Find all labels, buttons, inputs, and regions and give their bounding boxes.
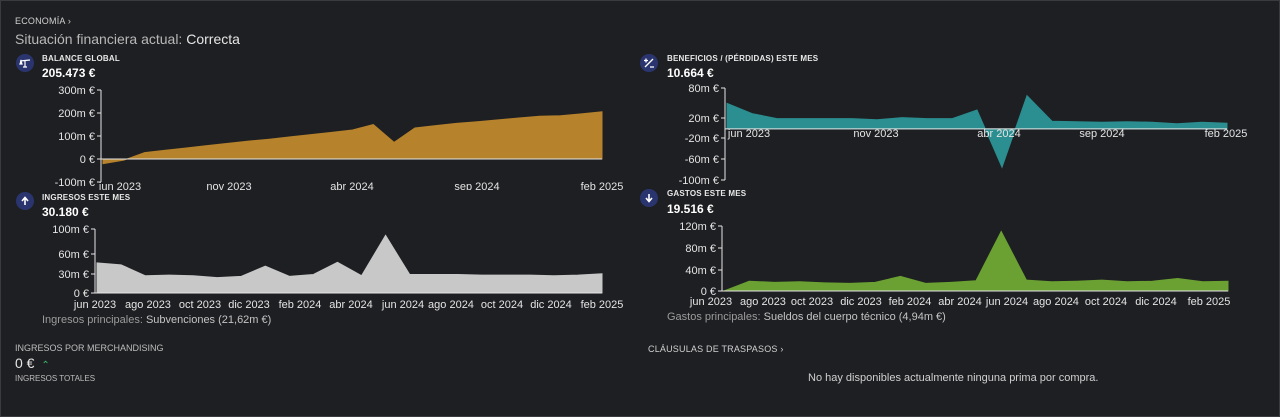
chart-value: 205.473 € — [42, 66, 96, 80]
merch-label: INGRESOS POR MERCHANDISING — [15, 343, 164, 353]
arrow-up-icon — [16, 192, 34, 210]
x-tick-label: abr 2024 — [330, 181, 373, 190]
expenses-note-value: Sueldos del cuerpo técnico (4,94m €) — [763, 311, 946, 323]
y-tick-label: 20m € — [688, 113, 719, 125]
y-tick-label: 80m € — [685, 243, 716, 255]
x-tick-label: feb 2025 — [581, 299, 624, 311]
x-tick-label: feb 2025 — [581, 181, 624, 190]
profit-chart: 80m € 20m € -20m € -60m € -100m € jun 2023 nov… — [679, 83, 1248, 187]
x-tick-label: sep 2024 — [1079, 128, 1124, 140]
x-tick-label: abr 2024 — [938, 296, 981, 308]
chevron-up-icon[interactable]: ⌃ — [41, 360, 49, 371]
chart-title: BENEFICIOS / (PÉRDIDAS) ESTE MES — [667, 54, 819, 63]
y-tick-label: 200m € — [58, 108, 95, 120]
income-chart: 100m €60m €30m €0 €jun 2023 ago 2023 oct 2… — [52, 224, 624, 311]
chart-value: 30.180 € — [42, 205, 89, 219]
x-tick-label: abr 2024 — [329, 299, 372, 311]
x-tick-label: feb 2025 — [1188, 296, 1231, 308]
transfer-clauses-link[interactable]: CLÁUSULAS DE TRASPASOS › — [648, 344, 784, 354]
y-tick-label: 80m € — [688, 83, 719, 95]
x-tick-label: sep 2024 — [454, 181, 499, 190]
x-tick-label: nov 2023 — [206, 181, 251, 190]
x-tick-label: dic 2023 — [228, 299, 270, 311]
status-label: Situación financiera actual: — [15, 31, 183, 47]
chevron-right-icon: › — [780, 344, 784, 354]
total-income-label: INGRESOS TOTALES — [15, 374, 96, 383]
series-area — [723, 230, 1229, 292]
y-tick-label: 300m € — [58, 85, 95, 97]
x-tick-label: nov 2023 — [853, 128, 898, 140]
y-tick-label: -60m € — [685, 154, 719, 166]
x-tick-label: jun 2023 — [727, 128, 770, 140]
x-tick-label: ago 2024 — [428, 299, 474, 311]
x-tick-label: ago 2023 — [125, 299, 171, 311]
chevron-right-icon: › — [67, 16, 72, 26]
chart-value: 19.516 € — [667, 202, 714, 216]
financial-status: Situación financiera actual: Correcta — [15, 31, 240, 47]
x-tick-label: dic 2024 — [1135, 296, 1177, 308]
x-tick-label: ago 2024 — [1033, 296, 1079, 308]
x-tick-label: ago 2023 — [740, 296, 786, 308]
x-tick-label: oct 2024 — [1085, 296, 1127, 308]
x-tick-label: feb 2025 — [1205, 128, 1248, 140]
y-tick-label: -20m € — [685, 133, 719, 145]
breadcrumb-label: ECONOMÍA — [15, 16, 66, 26]
chart-title: INGRESOS ESTE MES — [42, 193, 131, 202]
expenses-chart: 120m €80m €40m €0 €jun 2023 ago 2023 oct 2… — [679, 221, 1231, 308]
x-tick-label: jun 2023 — [73, 299, 116, 311]
balance-chart: 300m € 200m € 100m € 0 € -100m € jun 2023 nov … — [55, 85, 624, 190]
transfer-clauses-label: CLÁUSULAS DE TRASPASOS — [648, 344, 778, 354]
income-note: Ingresos principales: Subvenciones (21,6… — [42, 314, 271, 326]
x-tick-label: jun 2024 — [381, 299, 424, 311]
y-tick-label: 100m € — [52, 224, 89, 236]
x-tick-label: oct 2024 — [481, 299, 523, 311]
scale-icon — [16, 54, 34, 72]
y-tick-label: 100m € — [58, 131, 95, 143]
y-tick-label: 60m € — [58, 249, 89, 261]
y-tick-label: -100m € — [679, 175, 719, 187]
x-tick-label: jun 2024 — [985, 296, 1028, 308]
y-tick-label: -100m € — [55, 177, 95, 189]
y-tick-label: 40m € — [685, 265, 716, 277]
series-area — [102, 111, 603, 165]
y-tick-label: 0 € — [80, 154, 95, 166]
economy-breadcrumb[interactable]: ECONOMÍA › — [15, 16, 71, 26]
y-tick-label: 30m € — [58, 269, 89, 281]
expenses-note-label: Gastos principales: — [667, 311, 761, 323]
transfer-empty-message: No hay disponibles actualmente ninguna p… — [808, 372, 1099, 384]
x-tick-label: feb 2024 — [889, 296, 932, 308]
x-tick-label: jun 2023 — [689, 296, 732, 308]
series-area — [96, 234, 603, 294]
arrow-down-icon — [640, 189, 658, 207]
plus-minus-icon — [640, 54, 658, 72]
chart-title: GASTOS ESTE MES — [667, 189, 747, 198]
merch-value-row: 0 € ⌃ — [15, 355, 50, 371]
income-note-value: Subvenciones (21,62m €) — [145, 314, 272, 326]
x-tick-label: abr 2024 — [977, 128, 1020, 140]
x-tick-label: dic 2023 — [840, 296, 882, 308]
x-tick-label: dic 2024 — [530, 299, 572, 311]
expenses-note: Gastos principales: Sueldos del cuerpo t… — [667, 311, 946, 323]
merch-value: 0 € — [15, 355, 35, 371]
x-tick-label: jun 2023 — [98, 181, 141, 190]
x-tick-label: feb 2024 — [279, 299, 322, 311]
y-tick-label: 120m € — [679, 221, 716, 233]
chart-value: 10.664 € — [667, 66, 714, 80]
x-tick-label: oct 2023 — [179, 299, 221, 311]
status-value: Correcta — [186, 31, 240, 47]
income-note-label: Ingresos principales: — [42, 314, 143, 326]
chart-title: BALANCE GLOBAL — [42, 54, 120, 63]
x-tick-label: oct 2023 — [791, 296, 833, 308]
